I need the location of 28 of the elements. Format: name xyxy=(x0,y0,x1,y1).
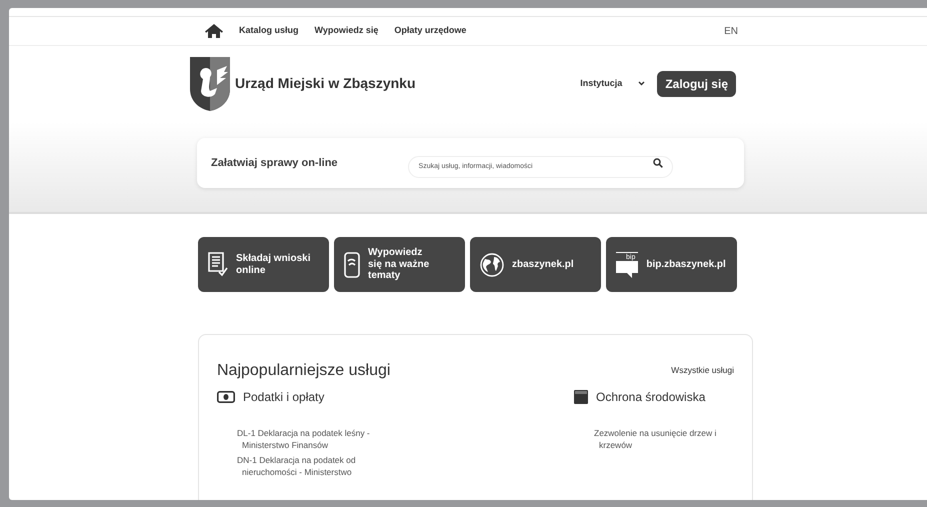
category-title: Podatki i opłaty xyxy=(243,389,324,406)
category-title: Ochrona środowiska xyxy=(596,389,706,406)
search-label: Załatwiaj sprawy on-line xyxy=(211,156,338,171)
service-link[interactable]: Zezwolenie na usunięcie drzew i krzewów xyxy=(574,428,734,452)
banknote-icon xyxy=(217,391,235,404)
language-link[interactable]: EN xyxy=(724,24,738,38)
nav-link[interactable]: Opłaty urzędowe xyxy=(394,24,466,38)
section-title: Najpopularniejsze usługi xyxy=(217,361,390,380)
home-icon xyxy=(205,24,223,38)
site-title: Urząd Miejski w Zbąszynku xyxy=(235,74,416,93)
nav-link[interactable]: Wypowiedz się xyxy=(314,24,378,38)
all-services-link[interactable]: Wszystkie usługi xyxy=(671,364,734,377)
phone-icon xyxy=(344,252,360,278)
speech-bubble-icon xyxy=(616,260,638,278)
institution-dropdown[interactable]: Instytucja xyxy=(576,76,650,90)
coat-of-arms-drawing xyxy=(189,56,231,112)
chevron-down-icon xyxy=(638,81,646,86)
globe-icon xyxy=(480,252,504,276)
nav-link[interactable]: Katalog usług xyxy=(239,24,299,38)
shortcut-tile[interactable]: Wypowiedz się na ważne tematy xyxy=(334,237,465,292)
service-link[interactable]: DL-1 Deklaracja na podatek leśny - Ministerstwo Finansów xyxy=(217,428,387,452)
square-icon xyxy=(574,390,588,404)
search-icon xyxy=(652,158,663,168)
login-button[interactable]: Zaloguj się xyxy=(657,70,736,96)
shortcut-tile[interactable]: zbaszynek.pl xyxy=(470,237,601,292)
shortcut-tile[interactable]: Składaj wnioski online xyxy=(198,237,329,292)
service-link[interactable]: DN-1 Deklaracja na podatek od nieruchomości - Ministerstwo xyxy=(217,455,387,478)
form-icon xyxy=(208,252,228,278)
